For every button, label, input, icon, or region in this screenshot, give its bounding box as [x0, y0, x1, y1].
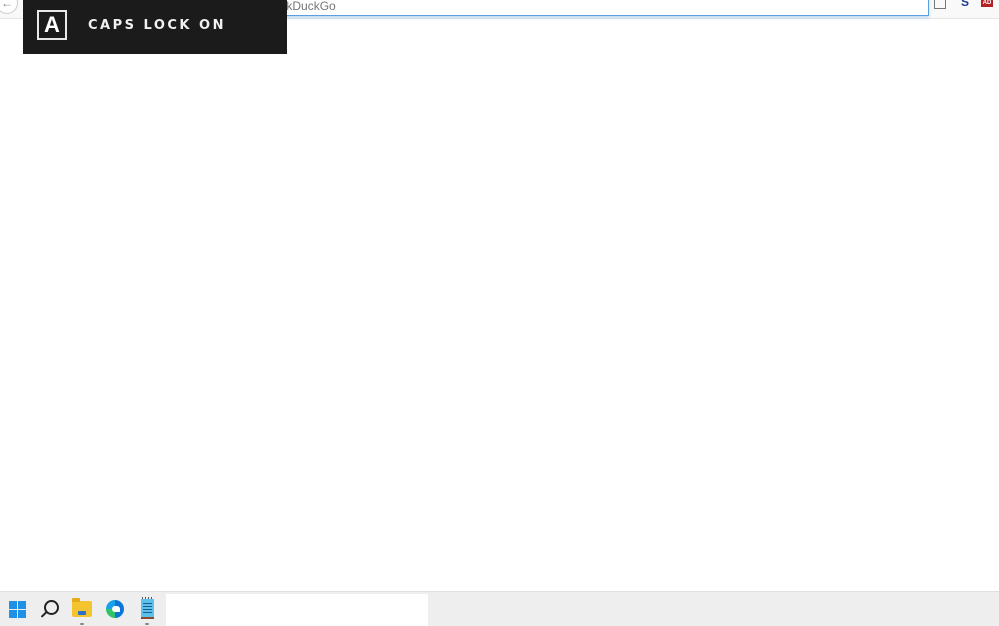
- notepad-button[interactable]: [135, 597, 159, 625]
- reader-view-icon[interactable]: [934, 0, 946, 9]
- back-button[interactable]: ←: [0, 0, 18, 14]
- start-button[interactable]: [5, 597, 29, 621]
- caps-lock-key-icon: A: [37, 10, 67, 40]
- file-explorer-button[interactable]: [70, 597, 94, 625]
- search-button[interactable]: [37, 597, 61, 621]
- folder-icon: [72, 598, 92, 617]
- caps-lock-notification: A CAPS LOCK ON: [23, 0, 287, 54]
- s-extension-icon[interactable]: S: [958, 0, 972, 9]
- arrow-left-icon: ←: [1, 0, 13, 10]
- taskbar-open-window[interactable]: [166, 594, 428, 626]
- windows-logo-icon: [8, 600, 26, 618]
- red-extension-icon[interactable]: AD: [981, 0, 993, 7]
- edge-button[interactable]: [103, 597, 127, 621]
- edge-icon: [106, 600, 124, 618]
- notepad-icon: [140, 597, 154, 619]
- search-icon: [43, 599, 59, 615]
- caps-lock-label: CAPS LOCK ON: [88, 18, 226, 33]
- taskbar: [0, 591, 999, 626]
